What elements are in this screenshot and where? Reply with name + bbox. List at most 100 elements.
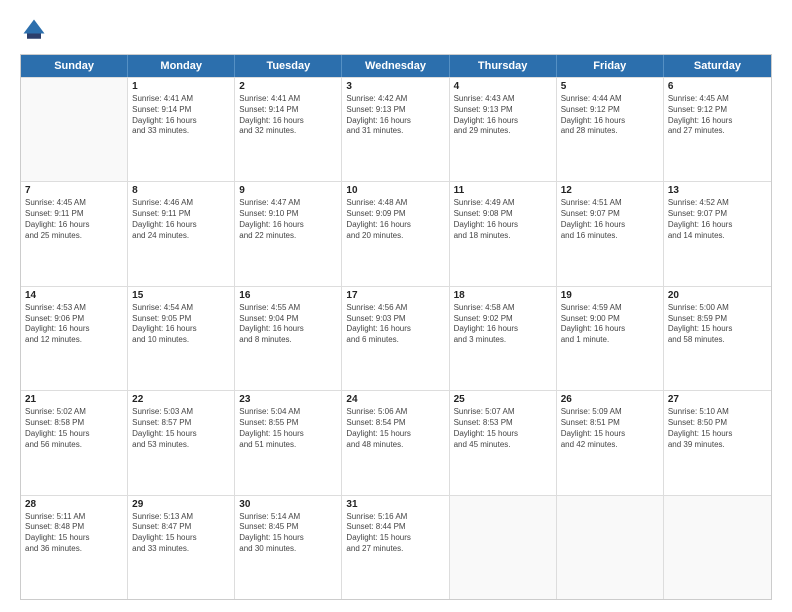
cell-info: Sunrise: 5:02 AM Sunset: 8:58 PM Dayligh… xyxy=(25,407,123,450)
cal-cell-17: 17 Sunrise: 4:56 AM Sunset: 9:03 PM Dayli… xyxy=(342,287,449,390)
day-number: 22 xyxy=(132,394,230,405)
logo xyxy=(20,16,52,44)
cal-row-1: 7Sunrise: 4:45 AM Sunset: 9:11 PM Daylig… xyxy=(21,181,771,285)
cal-cell-empty-0 xyxy=(21,78,128,181)
day-number: 19 xyxy=(561,290,659,301)
cal-header-monday: Monday xyxy=(128,55,235,77)
day-number: 1 xyxy=(132,81,230,92)
cell-info: Sunrise: 4:51 AM Sunset: 9:07 PM Dayligh… xyxy=(561,198,659,241)
day-number: 6 xyxy=(668,81,767,92)
cal-cell-22: 22 Sunrise: 5:03 AM Sunset: 8:57 PM Dayli… xyxy=(128,391,235,494)
cell-info: Sunrise: 5:10 AM Sunset: 8:50 PM Dayligh… xyxy=(668,407,767,450)
cell-info: Sunrise: 4:55 AM Sunset: 9:04 PM Dayligh… xyxy=(239,303,337,346)
day-number: 11 xyxy=(454,185,552,196)
day-number: 23 xyxy=(239,394,337,405)
day-number: 30 xyxy=(239,499,337,510)
cell-info: Sunrise: 5:14 AM Sunset: 8:45 PM Dayligh… xyxy=(239,512,337,555)
cell-info: Sunrise: 4:56 AM Sunset: 9:03 PM Dayligh… xyxy=(346,303,444,346)
cell-info: Sunrise: 4:45 AM Sunset: 9:12 PM Dayligh… xyxy=(668,94,767,137)
day-number: 2 xyxy=(239,81,337,92)
cal-cell-4: 4 Sunrise: 4:43 AM Sunset: 9:13 PM Daylig… xyxy=(450,78,557,181)
cal-cell-25: 25 Sunrise: 5:07 AM Sunset: 8:53 PM Dayli… xyxy=(450,391,557,494)
cal-row-2: 14Sunrise: 4:53 AM Sunset: 9:06 PM Dayli… xyxy=(21,286,771,390)
cell-info: Sunrise: 4:53 AM Sunset: 9:06 PM Dayligh… xyxy=(25,303,123,346)
cell-info: Sunrise: 4:47 AM Sunset: 9:10 PM Dayligh… xyxy=(239,198,337,241)
day-number: 3 xyxy=(346,81,444,92)
cal-cell-21: 21 Sunrise: 5:02 AM Sunset: 8:58 PM Dayli… xyxy=(21,391,128,494)
cell-info: Sunrise: 4:43 AM Sunset: 9:13 PM Dayligh… xyxy=(454,94,552,137)
cal-row-4: 28 Sunrise: 5:11 AM Sunset: 8:48 PM Dayli… xyxy=(21,495,771,599)
cal-cell-12: 12 Sunrise: 4:51 AM Sunset: 9:07 PM Dayli… xyxy=(557,182,664,285)
day-number: 18 xyxy=(454,290,552,301)
day-number: 24 xyxy=(346,394,444,405)
cell-info: Sunrise: 5:11 AM Sunset: 8:48 PM Dayligh… xyxy=(25,512,123,555)
cal-row-0: 1 Sunrise: 4:41 AM Sunset: 9:14 PM Daylig… xyxy=(21,77,771,181)
day-number: 21 xyxy=(25,394,123,405)
cal-cell-5: 5 Sunrise: 4:44 AM Sunset: 9:12 PM Daylig… xyxy=(557,78,664,181)
cal-cell-29: 29 Sunrise: 5:13 AM Sunset: 8:47 PM Dayli… xyxy=(128,496,235,599)
cell-info: Sunrise: 5:06 AM Sunset: 8:54 PM Dayligh… xyxy=(346,407,444,450)
cal-header-sunday: Sunday xyxy=(21,55,128,77)
cal-cell-8: 8 Sunrise: 4:46 AM Sunset: 9:11 PM Daylig… xyxy=(128,182,235,285)
cal-cell-11: 11Sunrise: 4:49 AM Sunset: 9:08 PM Dayli… xyxy=(450,182,557,285)
cal-cell-empty-6 xyxy=(664,496,771,599)
cal-cell-10: 10Sunrise: 4:48 AM Sunset: 9:09 PM Dayli… xyxy=(342,182,449,285)
day-number: 26 xyxy=(561,394,659,405)
cell-info: Sunrise: 4:42 AM Sunset: 9:13 PM Dayligh… xyxy=(346,94,444,137)
day-number: 4 xyxy=(454,81,552,92)
cell-info: Sunrise: 5:07 AM Sunset: 8:53 PM Dayligh… xyxy=(454,407,552,450)
day-number: 28 xyxy=(25,499,123,510)
calendar-header-row: SundayMondayTuesdayWednesdayThursdayFrid… xyxy=(21,55,771,77)
cal-cell-15: 15 Sunrise: 4:54 AM Sunset: 9:05 PM Dayli… xyxy=(128,287,235,390)
cal-cell-28: 28 Sunrise: 5:11 AM Sunset: 8:48 PM Dayli… xyxy=(21,496,128,599)
cell-info: Sunrise: 5:09 AM Sunset: 8:51 PM Dayligh… xyxy=(561,407,659,450)
cal-row-3: 21 Sunrise: 5:02 AM Sunset: 8:58 PM Dayli… xyxy=(21,390,771,494)
page: SundayMondayTuesdayWednesdayThursdayFrid… xyxy=(0,0,792,612)
cal-cell-empty-5 xyxy=(557,496,664,599)
day-number: 9 xyxy=(239,185,337,196)
cal-cell-27: 27 Sunrise: 5:10 AM Sunset: 8:50 PM Dayli… xyxy=(664,391,771,494)
cal-cell-18: 18 Sunrise: 4:58 AM Sunset: 9:02 PM Dayli… xyxy=(450,287,557,390)
day-number: 17 xyxy=(346,290,444,301)
cell-info: Sunrise: 4:41 AM Sunset: 9:14 PM Dayligh… xyxy=(239,94,337,137)
cell-info: Sunrise: 4:58 AM Sunset: 9:02 PM Dayligh… xyxy=(454,303,552,346)
cal-cell-23: 23Sunrise: 5:04 AM Sunset: 8:55 PM Dayli… xyxy=(235,391,342,494)
day-number: 8 xyxy=(132,185,230,196)
cal-cell-31: 31 Sunrise: 5:16 AM Sunset: 8:44 PM Dayli… xyxy=(342,496,449,599)
cal-cell-16: 16 Sunrise: 4:55 AM Sunset: 9:04 PM Dayli… xyxy=(235,287,342,390)
calendar-body: 1 Sunrise: 4:41 AM Sunset: 9:14 PM Daylig… xyxy=(21,77,771,599)
cal-cell-26: 26 Sunrise: 5:09 AM Sunset: 8:51 PM Dayli… xyxy=(557,391,664,494)
cell-info: Sunrise: 4:46 AM Sunset: 9:11 PM Dayligh… xyxy=(132,198,230,241)
header xyxy=(20,16,772,44)
cal-header-tuesday: Tuesday xyxy=(235,55,342,77)
day-number: 31 xyxy=(346,499,444,510)
cal-cell-19: 19Sunrise: 4:59 AM Sunset: 9:00 PM Dayli… xyxy=(557,287,664,390)
cal-cell-24: 24 Sunrise: 5:06 AM Sunset: 8:54 PM Dayli… xyxy=(342,391,449,494)
cal-header-friday: Friday xyxy=(557,55,664,77)
cell-info: Sunrise: 4:54 AM Sunset: 9:05 PM Dayligh… xyxy=(132,303,230,346)
cell-info: Sunrise: 5:00 AM Sunset: 8:59 PM Dayligh… xyxy=(668,303,767,346)
day-number: 20 xyxy=(668,290,767,301)
cell-info: Sunrise: 5:13 AM Sunset: 8:47 PM Dayligh… xyxy=(132,512,230,555)
day-number: 12 xyxy=(561,185,659,196)
cal-cell-30: 30 Sunrise: 5:14 AM Sunset: 8:45 PM Dayli… xyxy=(235,496,342,599)
day-number: 16 xyxy=(239,290,337,301)
day-number: 15 xyxy=(132,290,230,301)
cal-cell-9: 9 Sunrise: 4:47 AM Sunset: 9:10 PM Daylig… xyxy=(235,182,342,285)
day-number: 29 xyxy=(132,499,230,510)
cal-cell-2: 2 Sunrise: 4:41 AM Sunset: 9:14 PM Daylig… xyxy=(235,78,342,181)
cal-cell-7: 7Sunrise: 4:45 AM Sunset: 9:11 PM Daylig… xyxy=(21,182,128,285)
day-number: 10 xyxy=(346,185,444,196)
cell-info: Sunrise: 4:45 AM Sunset: 9:11 PM Dayligh… xyxy=(25,198,123,241)
day-number: 27 xyxy=(668,394,767,405)
cal-cell-14: 14Sunrise: 4:53 AM Sunset: 9:06 PM Dayli… xyxy=(21,287,128,390)
cal-cell-3: 3 Sunrise: 4:42 AM Sunset: 9:13 PM Daylig… xyxy=(342,78,449,181)
day-number: 25 xyxy=(454,394,552,405)
logo-icon xyxy=(20,16,48,44)
cell-info: Sunrise: 5:03 AM Sunset: 8:57 PM Dayligh… xyxy=(132,407,230,450)
day-number: 13 xyxy=(668,185,767,196)
cell-info: Sunrise: 4:44 AM Sunset: 9:12 PM Dayligh… xyxy=(561,94,659,137)
cell-info: Sunrise: 5:16 AM Sunset: 8:44 PM Dayligh… xyxy=(346,512,444,555)
cal-cell-13: 13Sunrise: 4:52 AM Sunset: 9:07 PM Dayli… xyxy=(664,182,771,285)
day-number: 5 xyxy=(561,81,659,92)
